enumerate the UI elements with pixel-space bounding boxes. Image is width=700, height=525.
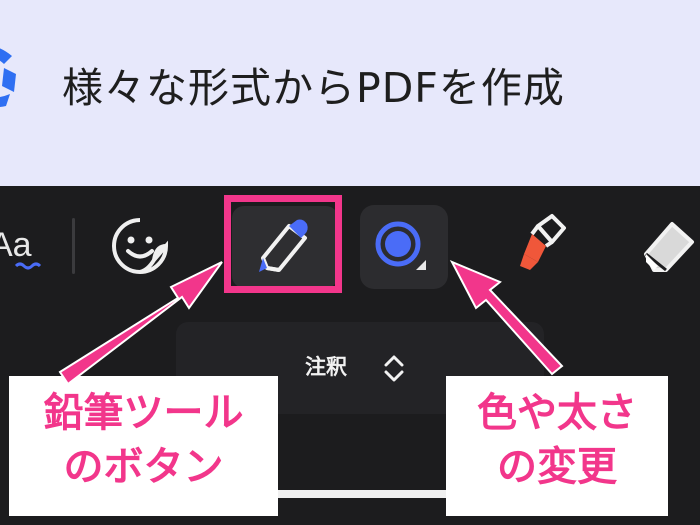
color-width-tool-button[interactable] — [362, 206, 442, 286]
toolbar-separator — [72, 218, 75, 274]
color-circle-icon — [375, 221, 426, 270]
highlighter-tool-button[interactable] — [502, 206, 582, 286]
callout-pencil-line2: のボタン — [63, 444, 224, 490]
banner: 様々な形式からPDFを作成 — [0, 0, 700, 186]
text-tool-button[interactable]: Aa — [0, 206, 56, 286]
sticker-tool-button[interactable] — [100, 206, 180, 286]
callout-pencil: 鉛筆ツール のボタン — [9, 376, 278, 516]
svg-text:Aa: Aa — [0, 226, 32, 264]
eraser-tool-button[interactable] — [632, 206, 700, 286]
chevron-up-down-icon[interactable] — [380, 352, 408, 384]
smiley-sticker-icon — [112, 218, 169, 274]
text-aa-icon: Aa — [0, 226, 42, 270]
brand-logo-icon — [0, 48, 16, 107]
callout-pencil-line1: 鉛筆ツール — [43, 390, 244, 436]
highlighter-icon — [520, 214, 566, 270]
callout-color: 色や太さ の変更 — [446, 376, 668, 516]
callout-color-line1: 色や太さ — [477, 390, 637, 436]
banner-title: 様々な形式からPDFを作成 — [62, 64, 565, 112]
callout-color-line2: の変更 — [497, 444, 617, 490]
pencil-highlight-box — [224, 195, 342, 293]
eraser-icon — [644, 222, 694, 272]
mode-selector-button[interactable]: 注釈 — [305, 352, 347, 382]
